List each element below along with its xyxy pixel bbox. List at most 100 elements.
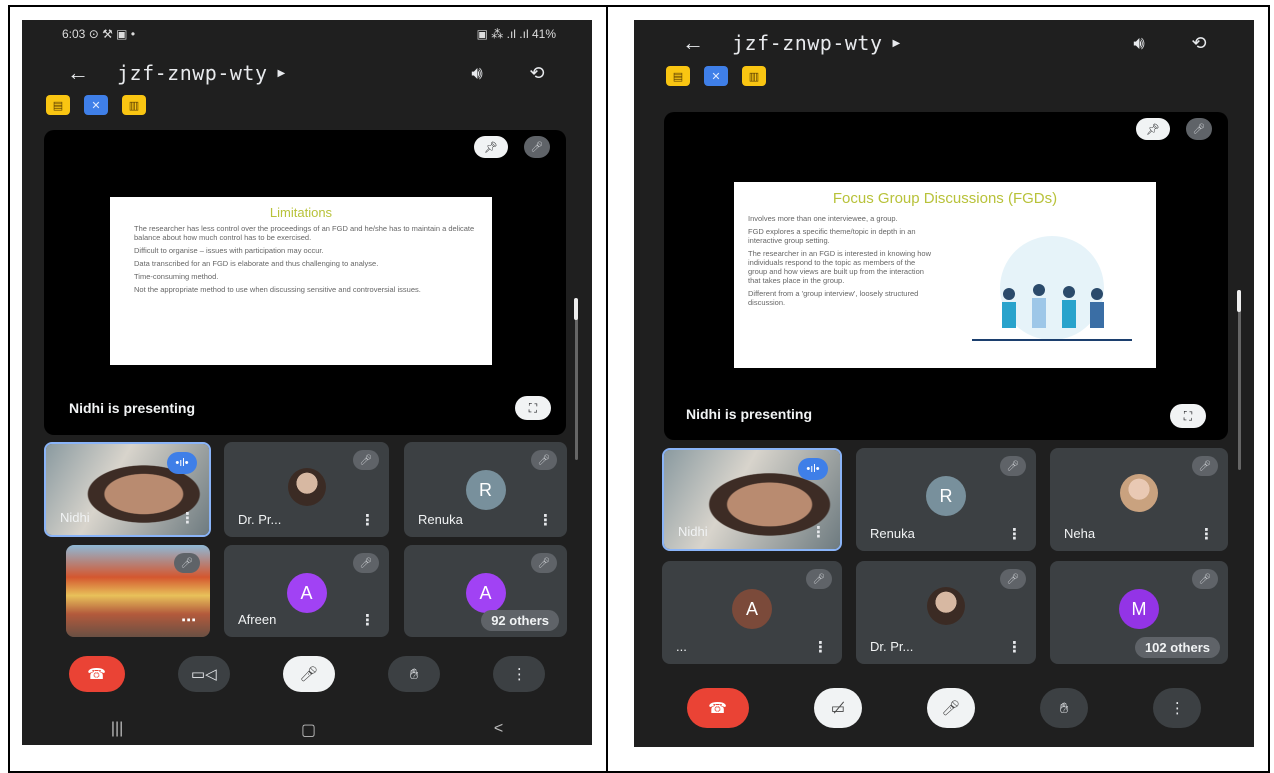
home-icon[interactable]: ▢ [301, 720, 316, 740]
mic-off-icon: 🎤︎ [531, 450, 557, 470]
slide-bullet: Time-consuming method. [134, 272, 219, 281]
speaking-indicator-icon: •ıl• [798, 458, 828, 480]
camera-toggle-button[interactable]: ▭̸ [813, 688, 862, 728]
caret-right-icon[interactable]: ▶ [893, 38, 901, 49]
switch-camera-icon[interactable]: ⟲ [522, 63, 552, 84]
effects-chip-icon[interactable]: ✕ [84, 95, 108, 115]
more-options-button[interactable]: ⋮ [493, 656, 546, 692]
activity-chips: ▤ ✕ ▥ [666, 66, 766, 86]
mic-off-icon: 🎤︎ [1000, 456, 1026, 476]
more-options-icon[interactable]: ⋮ [1199, 525, 1214, 543]
participant-tile-afreen[interactable]: 🎤︎ A Afreen ⋮ [224, 545, 389, 637]
participant-tile-others[interactable]: 🎤︎ M 102 others [1050, 561, 1228, 664]
recording-chip-icon[interactable]: ▥ [122, 95, 146, 115]
recording-chip-icon[interactable]: ▥ [742, 66, 766, 86]
avatar: M [1119, 589, 1159, 629]
slide-bullet: The researcher has less control over the… [134, 224, 475, 242]
participant-name: Dr. Pr... [238, 512, 282, 527]
effects-chip-icon[interactable]: ✕ [704, 66, 728, 86]
more-options-icon[interactable]: ⋮ [360, 511, 375, 529]
presenting-label: Nidhi is presenting [686, 406, 813, 422]
participant-name: Renuka [870, 526, 915, 541]
status-left: 6:03 ⊙ ⚒ ▣ • [62, 27, 136, 41]
mic-off-icon: 🎤︎ [531, 553, 557, 573]
more-options-button[interactable]: ⋮ [1153, 688, 1202, 728]
mic-off-icon: 🎤︎ [1000, 569, 1026, 589]
back-arrow-icon[interactable]: ← [67, 60, 89, 86]
slide-title: Focus Group Discussions (FGDs) [832, 190, 1058, 207]
avatar: A [732, 589, 772, 629]
end-call-button[interactable]: ☎ [686, 688, 749, 728]
more-options-icon[interactable]: ⋮ [1007, 525, 1022, 543]
scrollbar-track[interactable] [1238, 290, 1241, 470]
caption-chip-icon[interactable]: ▤ [666, 66, 690, 86]
raise-hand-button[interactable]: ✋︎ [1040, 688, 1089, 728]
meeting-code[interactable]: jzf-znwp-wty [117, 61, 268, 85]
participant-name: ... [676, 639, 687, 654]
back-arrow-icon[interactable]: ← [682, 30, 704, 56]
participant-tile-nidhi[interactable]: •ıl• Nidhi ⋮ [44, 442, 211, 537]
participant-tile-others[interactable]: 🎤︎ A 92 others [404, 545, 567, 637]
more-options-icon[interactable]: ⋯ [181, 611, 196, 629]
more-options-icon[interactable]: ⋮ [360, 611, 375, 629]
participant-tile[interactable]: 🎤︎ Dr. Pr... ⋮ [224, 442, 389, 537]
call-controls: ☎ ▭̸ 🎤︎ ✋︎ ⋮ [634, 688, 1254, 728]
scrollbar-thumb[interactable] [574, 298, 578, 320]
participant-name: Renuka [418, 512, 463, 527]
meeting-header: ← jzf-znwp-wty ▶ 🔊︎ ⟲ [634, 26, 1254, 60]
more-options-icon[interactable]: ⋮ [180, 509, 195, 527]
mic-off-icon: 🎤︎ [174, 553, 200, 573]
more-options-icon[interactable]: ⋮ [813, 638, 828, 656]
participant-name: Nidhi [60, 510, 90, 525]
caption-chip-icon[interactable]: ▤ [46, 95, 70, 115]
mic-toggle-button[interactable]: 🎤︎ [926, 688, 975, 728]
shared-slide: Limitations The researcher has less cont… [110, 197, 492, 365]
activity-chips: ▤ ✕ ▥ [46, 95, 146, 115]
others-count[interactable]: 92 others [481, 610, 559, 631]
avatar: R [926, 476, 966, 516]
participant-tile-nidhi[interactable]: •ıl• Nidhi ⋮ [662, 448, 842, 551]
presentation-stage: 📌︎ 🎤︎ Focus Group Discussions (FGDs) Inv… [664, 112, 1228, 440]
speaking-indicator-icon: •ıl• [167, 452, 197, 474]
fullscreen-icon[interactable]: ⛶ [515, 396, 551, 420]
left-phone-screen: 6:03 ⊙ ⚒ ▣ • ▣ ⁂ .ıl .ıl 41% ← jzf-znwp-… [22, 20, 592, 745]
avatar: R [465, 470, 506, 510]
slide-bullet: Difficult to organise – issues with part… [134, 246, 324, 255]
participant-tile[interactable]: 🎤︎ ⋯ [66, 545, 210, 637]
recents-icon[interactable]: ||| [111, 720, 123, 740]
others-count[interactable]: 102 others [1134, 637, 1220, 658]
mic-off-icon: 🎤︎ [1186, 118, 1212, 140]
avatar: A [465, 573, 506, 613]
more-options-icon[interactable]: ⋮ [1007, 638, 1022, 656]
participant-name: Afreen [238, 612, 277, 627]
switch-camera-icon[interactable]: ⟲ [1184, 33, 1214, 54]
slide-title: Limitations [269, 205, 333, 220]
end-call-button[interactable]: ☎ [68, 656, 125, 692]
slide-bullet: The researcher in an FGD is interested i… [748, 249, 932, 285]
camera-toggle-button[interactable]: ▭◁ [177, 656, 230, 692]
scrollbar-thumb[interactable] [1237, 290, 1241, 312]
meeting-code[interactable]: jzf-znwp-wty [732, 31, 883, 55]
participant-tile[interactable]: 🎤︎ A ... ⋮ [662, 561, 842, 664]
avatar [1120, 474, 1158, 512]
participant-tile-neha[interactable]: 🎤︎ Neha ⋮ [1050, 448, 1228, 551]
pin-icon[interactable]: 📌︎ [474, 136, 508, 158]
participant-tile[interactable]: 🎤︎ Dr. Pr... ⋮ [856, 561, 1036, 664]
back-icon[interactable]: < [494, 720, 503, 740]
participant-tile-renuka[interactable]: 🎤︎ R Renuka ⋮ [404, 442, 567, 537]
participant-name: Nidhi [678, 524, 708, 539]
speaker-icon[interactable]: 🔊︎ [1124, 33, 1154, 54]
avatar [927, 587, 965, 625]
fullscreen-icon[interactable]: ⛶ [1170, 404, 1206, 428]
raise-hand-button[interactable]: ✋︎ [388, 656, 441, 692]
call-controls: ☎ ▭◁ 🎤︎ ✋︎ ⋮ [22, 656, 592, 692]
mic-toggle-button[interactable]: 🎤︎ [282, 656, 335, 692]
scrollbar-track[interactable] [575, 300, 578, 460]
slide-bullet: Not the appropriate method to use when d… [134, 285, 421, 294]
participant-tile-renuka[interactable]: 🎤︎ R Renuka ⋮ [856, 448, 1036, 551]
speaker-icon[interactable]: 🔊︎ [462, 63, 492, 84]
pin-icon[interactable]: 📌︎ [1136, 118, 1170, 140]
more-options-icon[interactable]: ⋮ [538, 511, 553, 529]
caret-right-icon[interactable]: ▶ [278, 68, 286, 79]
more-options-icon[interactable]: ⋮ [811, 523, 826, 541]
